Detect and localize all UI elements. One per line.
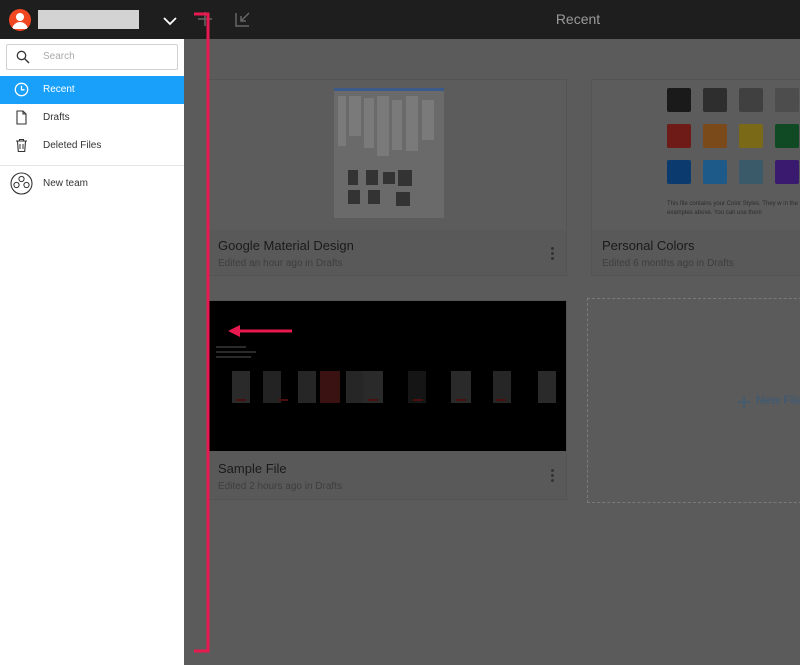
color-swatch bbox=[775, 88, 799, 112]
team-icon bbox=[10, 172, 33, 200]
color-swatch bbox=[703, 88, 727, 112]
app-window: Recent Google Material Design Edited an … bbox=[0, 0, 800, 665]
color-swatch bbox=[775, 160, 799, 184]
new-file-label: New File bbox=[756, 393, 800, 407]
plus-icon bbox=[738, 395, 750, 413]
thumbnail-text: This file contains your Color Styles. Th… bbox=[667, 201, 798, 216]
sidebar: Search Recent Drafts Deleted Files New t… bbox=[0, 0, 184, 665]
file-thumbnail bbox=[208, 80, 566, 230]
file-card[interactable]: Google Material Design Edited an hour ag… bbox=[207, 79, 567, 276]
sidebar-item-recent[interactable]: Recent bbox=[0, 76, 184, 104]
sidebar-item-deleted-files[interactable]: Deleted Files bbox=[0, 132, 184, 160]
trash-icon bbox=[14, 138, 29, 158]
sidebar-item-label: Drafts bbox=[43, 112, 70, 123]
color-swatch bbox=[739, 88, 763, 112]
file-thumbnail bbox=[208, 301, 566, 451]
file-card[interactable]: Sample File Edited 2 hours ago in Drafts bbox=[207, 300, 567, 500]
file-subtitle: Edited 6 months ago in Drafts bbox=[602, 258, 734, 269]
search-input[interactable]: Search bbox=[6, 44, 178, 70]
divider bbox=[0, 165, 184, 166]
file-title[interactable]: Sample File bbox=[218, 461, 287, 476]
color-swatch bbox=[703, 160, 727, 184]
add-icon[interactable] bbox=[196, 10, 214, 33]
file-card[interactable]: This file contains your Color Styles. Th… bbox=[591, 79, 800, 276]
color-swatch bbox=[703, 124, 727, 148]
chevron-down-icon[interactable] bbox=[163, 13, 177, 31]
import-icon[interactable] bbox=[234, 10, 252, 33]
username-redacted bbox=[38, 10, 139, 29]
file-title[interactable]: Personal Colors bbox=[602, 238, 695, 253]
more-options-icon[interactable] bbox=[551, 247, 555, 262]
sidebar-item-drafts[interactable]: Drafts bbox=[0, 104, 184, 132]
file-title[interactable]: Google Material Design bbox=[218, 238, 354, 253]
account-header[interactable] bbox=[0, 0, 184, 39]
search-icon bbox=[16, 50, 30, 69]
more-options-icon[interactable] bbox=[551, 469, 555, 484]
page-title: Recent bbox=[555, 11, 601, 27]
search-placeholder: Search bbox=[43, 51, 75, 62]
color-swatch bbox=[667, 124, 691, 148]
file-thumbnail: This file contains your Color Styles. Th… bbox=[592, 80, 800, 230]
clock-icon bbox=[14, 82, 29, 102]
avatar[interactable] bbox=[9, 9, 31, 31]
color-swatch bbox=[775, 124, 799, 148]
file-subtitle: Edited 2 hours ago in Drafts bbox=[218, 481, 342, 492]
sidebar-item-label: New team bbox=[43, 178, 89, 189]
new-file-button[interactable]: New File bbox=[587, 298, 800, 503]
file-icon bbox=[14, 110, 29, 130]
file-subtitle: Edited an hour ago in Drafts bbox=[218, 258, 343, 269]
sidebar-item-label: Recent bbox=[43, 84, 75, 95]
color-swatch bbox=[667, 160, 691, 184]
sidebar-item-new-team[interactable]: New team bbox=[0, 170, 184, 198]
color-swatch bbox=[667, 88, 691, 112]
sidebar-item-label: Deleted Files bbox=[43, 140, 102, 151]
color-swatch bbox=[739, 160, 763, 184]
color-swatch bbox=[739, 124, 763, 148]
